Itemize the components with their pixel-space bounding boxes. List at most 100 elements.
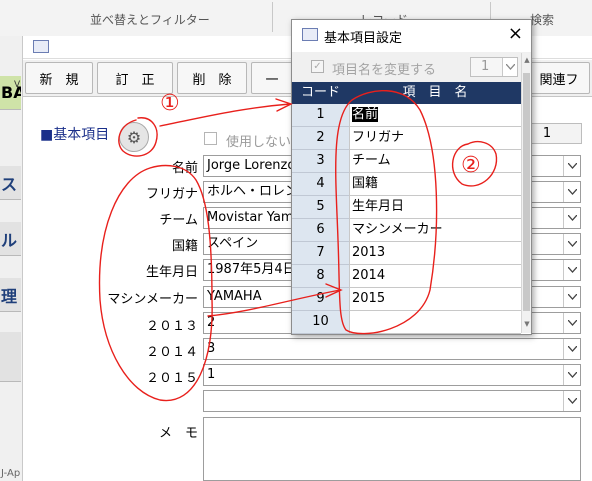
grid-name-text: 2014 bbox=[352, 268, 386, 283]
grid-name-cell[interactable]: 2014 bbox=[349, 265, 521, 288]
grid-row[interactable]: 8 2014 bbox=[292, 265, 521, 288]
grid-code-cell: 9 bbox=[292, 288, 349, 311]
rename-checkbox[interactable]: ✓ bbox=[311, 60, 324, 73]
unused-checkbox[interactable] bbox=[204, 132, 217, 145]
grid-name-text: 国籍 bbox=[352, 176, 379, 191]
grid-name-cell[interactable]: フリガナ bbox=[349, 127, 521, 150]
scroll-down-icon[interactable]: ▼ bbox=[523, 319, 531, 329]
settings-gear-button[interactable]: ⚙ bbox=[119, 122, 149, 152]
year-2014-field[interactable]: 3 bbox=[203, 338, 581, 360]
grid-name-cell[interactable]: マシンメーカー bbox=[349, 219, 521, 242]
grid-row[interactable]: 6 マシンメーカー bbox=[292, 219, 521, 242]
grid-name-cell[interactable]: 生年月日 bbox=[349, 196, 521, 219]
grid-name-text: 2013 bbox=[352, 245, 386, 260]
navigation-pane: BA V ス ル 理 J-Ap bbox=[0, 36, 23, 481]
grid-code-cell: 4 bbox=[292, 173, 349, 196]
related-button[interactable]: 関連フ bbox=[528, 62, 590, 94]
chevron-down-icon[interactable] bbox=[563, 156, 580, 176]
dialog-title: 基本項目設定 bbox=[324, 31, 403, 46]
field-label-2013: ２０１３ bbox=[145, 319, 198, 334]
field-label-memo: メ モ bbox=[158, 426, 198, 441]
grid-code-cell: 1 bbox=[292, 104, 349, 127]
grid-row[interactable]: 4 国籍 bbox=[292, 173, 521, 196]
chevron-down-icon[interactable] bbox=[563, 365, 580, 385]
dialog-option-bar: ✓ 項目名を変更する 1 bbox=[292, 52, 531, 82]
grid-name-cell[interactable] bbox=[349, 311, 521, 334]
nav-bottom-text: J-Ap bbox=[1, 468, 21, 479]
nav-tab-su[interactable]: ス bbox=[0, 166, 21, 200]
chevron-down-icon[interactable] bbox=[502, 58, 517, 76]
grid-name-cell[interactable]: 名前 bbox=[349, 104, 521, 127]
grid-row[interactable]: 2 フリガナ bbox=[292, 127, 521, 150]
grid-row[interactable]: 1 名前 bbox=[292, 104, 521, 127]
ribbon-group-search: 検索 bbox=[530, 13, 555, 27]
dialog-title-bar: 基本項目設定 × bbox=[292, 20, 531, 50]
field-label-maker: マシンメーカー bbox=[107, 292, 198, 307]
chevron-down-icon[interactable] bbox=[563, 313, 580, 333]
field-label-team: チーム bbox=[159, 213, 198, 228]
memo-field[interactable] bbox=[203, 417, 581, 481]
grid-header-name: 項 目 名 bbox=[349, 82, 521, 104]
grid-name-text: マシンメーカー bbox=[352, 222, 443, 237]
chevron-down-icon[interactable] bbox=[563, 182, 580, 202]
close-icon[interactable]: × bbox=[508, 23, 523, 44]
nav-v-label: V bbox=[14, 80, 21, 90]
grid-name-text: フリガナ bbox=[352, 130, 405, 145]
grid-name-text: チーム bbox=[352, 153, 391, 168]
empty-field[interactable] bbox=[203, 390, 581, 412]
grid-code-cell: 2 bbox=[292, 127, 349, 150]
unused-label: 使用しない bbox=[226, 135, 292, 150]
grid-code-cell: 10 bbox=[292, 311, 349, 334]
ribbon-group-sort-filter: 並べ替えとフィルター bbox=[90, 13, 210, 27]
grid-code-cell: 6 bbox=[292, 219, 349, 242]
grid-name-cell[interactable]: 2013 bbox=[349, 242, 521, 265]
grid-row[interactable]: 5 生年月日 bbox=[292, 196, 521, 219]
field-label-nationality: 国籍 bbox=[171, 239, 198, 254]
list-button[interactable]: 一 bbox=[251, 62, 293, 94]
grid-row[interactable]: 3 チーム bbox=[292, 150, 521, 173]
gear-icon: ⚙ bbox=[126, 127, 142, 147]
field-label-name: 名前 bbox=[171, 161, 198, 176]
grid-name-cell[interactable]: チーム bbox=[349, 150, 521, 173]
chevron-down-icon[interactable] bbox=[563, 287, 580, 307]
section-title: ■基本項目 bbox=[40, 127, 110, 143]
nav-tab-ri[interactable]: 理 bbox=[0, 278, 21, 312]
grid-code-cell: 5 bbox=[292, 196, 349, 219]
rename-label: 項目名を変更する bbox=[332, 63, 437, 78]
chevron-down-icon[interactable] bbox=[563, 234, 580, 254]
delete-button[interactable]: 削 除 bbox=[177, 62, 247, 94]
grid-name-text: 名前 bbox=[352, 107, 379, 122]
nav-tab-ru[interactable]: ル bbox=[0, 222, 21, 256]
new-button[interactable]: 新 規 bbox=[25, 62, 93, 94]
grid-name-text: 2015 bbox=[352, 291, 386, 306]
item-select[interactable]: 1 bbox=[470, 57, 518, 77]
chevron-down-icon[interactable] bbox=[563, 260, 580, 280]
form-icon bbox=[33, 40, 49, 53]
field-label-birthdate: 生年月日 bbox=[145, 265, 198, 280]
dialog-icon bbox=[302, 28, 318, 41]
grid-row[interactable]: 10 bbox=[292, 311, 521, 334]
grid-name-cell[interactable]: 2015 bbox=[349, 288, 521, 311]
year-2015-field[interactable]: 1 bbox=[203, 364, 581, 386]
edit-button[interactable]: 訂 正 bbox=[97, 62, 173, 94]
dialog-scrollbar[interactable]: ▲ ▼ bbox=[521, 53, 531, 333]
grid-name-text: 生年月日 bbox=[352, 199, 405, 214]
field-label-2014: ２０１４ bbox=[145, 345, 198, 360]
scroll-up-icon[interactable]: ▲ bbox=[523, 55, 531, 65]
chevron-down-icon[interactable] bbox=[563, 208, 580, 228]
grid-code-cell: 3 bbox=[292, 150, 349, 173]
ribbon-separator bbox=[272, 2, 273, 32]
grid-row[interactable]: 7 2013 bbox=[292, 242, 521, 265]
chevron-down-icon[interactable] bbox=[563, 391, 580, 411]
nav-tab-empty[interactable] bbox=[0, 332, 21, 382]
basic-item-settings-dialog: 基本項目設定 × ✓ 項目名を変更する 1 コード 項 目 名 1 名前 2 フリガナ… bbox=[291, 19, 532, 335]
grid-header-code: コード bbox=[292, 82, 349, 104]
grid-name-cell[interactable]: 国籍 bbox=[349, 173, 521, 196]
grid-row[interactable]: 9 2015 bbox=[292, 288, 521, 311]
grid-code-cell: 8 bbox=[292, 265, 349, 288]
scroll-thumb[interactable] bbox=[523, 73, 530, 311]
field-label-furigana: フリガナ bbox=[145, 187, 198, 202]
grid-code-cell: 7 bbox=[292, 242, 349, 265]
chevron-down-icon[interactable] bbox=[563, 339, 580, 359]
field-label-2015: ２０１５ bbox=[145, 371, 198, 386]
